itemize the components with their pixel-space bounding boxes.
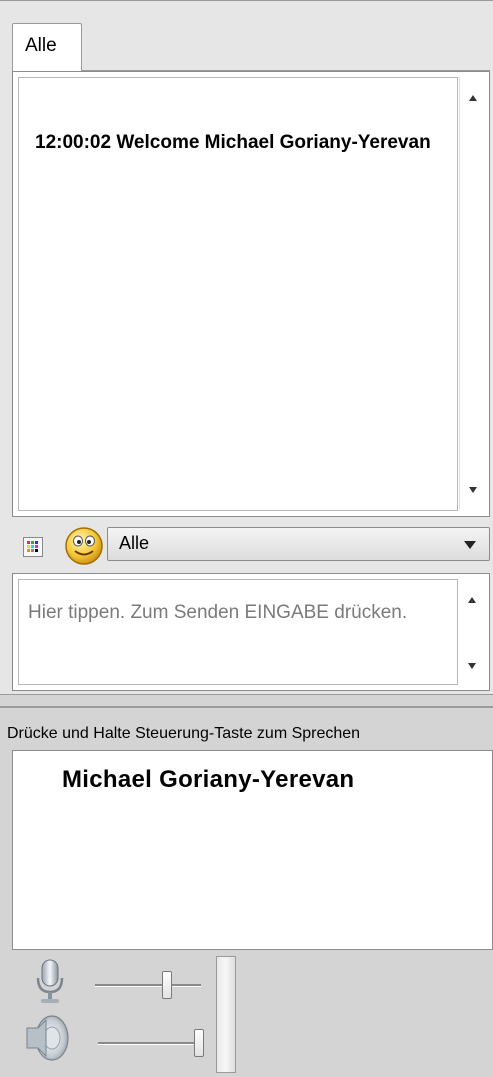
chat-log-viewport: 12:00:02 Welcome Michael Goriany-Yerevan (18, 77, 458, 511)
scroll-down-icon[interactable] (468, 663, 476, 669)
chevron-down-icon (464, 541, 476, 549)
input-scrollbar[interactable] (459, 579, 485, 683)
microphone-icon (32, 958, 68, 1006)
chat-log[interactable]: 12:00:02 Welcome Michael Goriany-Yerevan (12, 71, 490, 517)
color-palette-icon[interactable] (23, 537, 43, 557)
message-input[interactable]: Hier tippen. Zum Senden EINGABE drücken. (12, 573, 490, 691)
push-to-talk-hint: Drücke und Halte Steuerung-Taste zum Spr… (7, 725, 361, 742)
speaker-volume-slider[interactable] (98, 1029, 204, 1057)
chat-scrollbar[interactable] (459, 77, 486, 509)
message-input-viewport[interactable]: Hier tippen. Zum Senden EINGABE drücken. (18, 579, 458, 685)
speaker-slider-track (98, 1042, 204, 1045)
message-input-placeholder: Hier tippen. Zum Senden EINGABE drücken. (28, 602, 408, 623)
active-speakers-list: Michael Goriany-Yerevan (12, 750, 493, 950)
speaker-slider-thumb[interactable] (194, 1029, 204, 1057)
audio-controls (0, 950, 493, 1077)
smiley-icon[interactable] (62, 524, 106, 568)
scroll-down-icon[interactable] (469, 487, 477, 493)
mic-volume-slider[interactable] (95, 971, 201, 999)
mic-slider-track (95, 984, 201, 987)
scroll-up-icon[interactable] (469, 95, 477, 101)
chat-toolbar: Alle (12, 519, 490, 569)
active-speaker-name: Michael Goriany-Yerevan (62, 766, 355, 793)
loudspeaker-icon (24, 1012, 70, 1064)
tab-alle[interactable]: Alle (12, 23, 82, 71)
chat-panel: Alle 12:00:02 Welcome Michael Goriany-Ye… (0, 0, 493, 695)
tab-strip: Alle (12, 23, 490, 71)
audio-level-meter (216, 956, 236, 1073)
mic-slider-thumb[interactable] (162, 971, 172, 999)
recipient-select[interactable]: Alle (107, 527, 490, 561)
recipient-select-value: Alle (119, 533, 150, 553)
chat-message: 12:00:02 Welcome Michael Goriany-Yerevan (35, 132, 431, 153)
voice-panel: Drücke und Halte Steuerung-Taste zum Spr… (0, 706, 493, 1077)
scroll-up-icon[interactable] (468, 597, 476, 603)
